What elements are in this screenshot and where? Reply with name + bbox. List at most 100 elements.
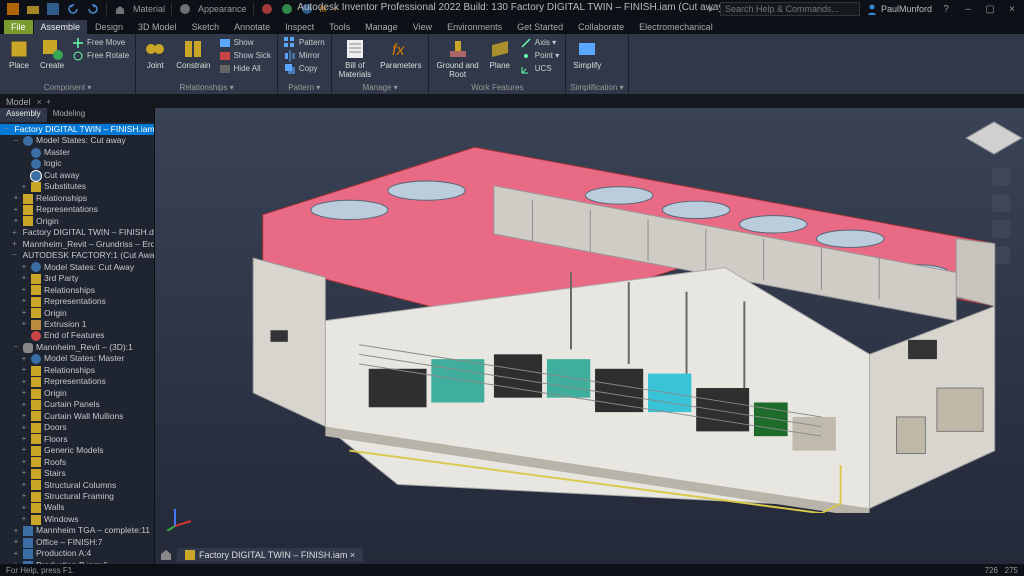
tree-representations[interactable]: +Representations [0,204,154,215]
tree-extrusion[interactable]: +Extrusion 1 [0,319,154,330]
tree-rep3[interactable]: +Representations [0,376,154,387]
point-button[interactable]: Point ▾ [518,49,561,62]
tab-manage[interactable]: Manage [358,20,405,34]
nav-home-icon[interactable] [992,168,1010,186]
show-button[interactable]: Show [217,36,273,49]
tree-floors[interactable]: +Floors [0,434,154,445]
viewport-3d[interactable] [155,108,1024,564]
tree-origin[interactable]: +Origin [0,216,154,227]
tree-ms-master[interactable]: +Model States: Master [0,353,154,364]
minimize-icon[interactable]: – [960,2,976,16]
color1-icon[interactable] [260,2,274,16]
tree-windows[interactable]: +Windows [0,514,154,525]
tree-revit-grund[interactable]: +Mannheim_Revit – Grundriss – Erdgesch [0,239,154,250]
constrain-button[interactable]: Constrain [173,36,213,72]
joint-button[interactable]: Joint [140,36,170,72]
tree-origin2[interactable]: +Origin [0,308,154,319]
tree-tab-assembly[interactable]: Assembly [0,108,47,122]
close-icon[interactable]: × [1004,2,1020,16]
tree-model-states[interactable]: –Model States: Cut away [0,135,154,146]
tree-generic[interactable]: +Generic Models [0,445,154,456]
tab-view[interactable]: View [406,20,439,34]
tree-tab-modeling[interactable]: Modeling [47,108,91,122]
panel-manage: Bill of Materials fxParameters Manage ▾ [332,34,430,94]
nav-zoom-icon[interactable] [992,246,1010,264]
tree-origin3[interactable]: +Origin [0,388,154,399]
tree-3rdparty[interactable]: +3rd Party [0,273,154,284]
create-button[interactable]: Create [37,36,67,72]
free-rotate-button[interactable]: Free Rotate [70,49,131,62]
view-cube[interactable] [972,116,1016,160]
tab-annotate[interactable]: Annotate [227,20,277,34]
redo-icon[interactable] [86,2,100,16]
tab-getstarted[interactable]: Get Started [510,20,570,34]
tree-substitutes[interactable]: +Substitutes [0,181,154,192]
tree-ms-cut[interactable]: +Model States: Cut Away [0,262,154,273]
document-tab[interactable]: Factory DIGITAL TWIN – FINISH.iam × [177,548,363,562]
tree-dwg[interactable]: +Factory DIGITAL TWIN – FINISH.dwg [0,227,154,238]
open-icon[interactable] [26,2,40,16]
hide-all-button[interactable]: Hide All [217,62,273,75]
parameters-button[interactable]: fxParameters [377,36,424,72]
tab-inspect[interactable]: Inspect [278,20,321,34]
save-icon[interactable] [46,2,60,16]
tree-office[interactable]: +Office – FINISH:7 [0,537,154,548]
tab-collaborate[interactable]: Collaborate [571,20,631,34]
mirror-button[interactable]: Mirror [282,49,327,62]
tab-environments[interactable]: Environments [440,20,509,34]
tree-curtain-mullions[interactable]: +Curtain Wall Mullions [0,411,154,422]
tab-3dmodel[interactable]: 3D Model [131,20,184,34]
tree-cutaway[interactable]: Cut away [0,170,154,181]
doc-home-icon[interactable] [159,548,173,562]
tab-assemble[interactable]: Assemble [34,20,88,34]
tree-revit3d[interactable]: –Mannheim_Revit – (3D):1 [0,342,154,353]
tree-factory[interactable]: –AUTODESK FACTORY:1 (Cut Away) [0,250,154,261]
tab-sketch[interactable]: Sketch [185,20,227,34]
model-tab[interactable]: Model [0,96,37,108]
axis-button[interactable]: Axis ▾ [518,36,561,49]
login-button[interactable]: PaulMunford [866,3,932,15]
tab-electromech[interactable]: Electromechanical [632,20,720,34]
tree-walls[interactable]: +Walls [0,502,154,513]
tree-struct-frame[interactable]: +Structural Framing [0,491,154,502]
tab-file[interactable]: File [4,20,33,34]
maximize-icon[interactable]: ▢ [982,2,998,16]
tree-stairs[interactable]: +Stairs [0,468,154,479]
bom-button[interactable]: Bill of Materials [336,36,374,81]
tree-proda[interactable]: +Production A:4 [0,548,154,559]
model-tree[interactable]: –Factory DIGITAL TWIN – FINISH.iam ( –Mo… [0,122,154,564]
tree-master[interactable]: Master [0,147,154,158]
tree-logic[interactable]: logic [0,158,154,169]
tree-rep2[interactable]: +Representations [0,296,154,307]
free-move-button[interactable]: Free Move [70,36,131,49]
show-sick-button[interactable]: Show Sick [217,49,273,62]
home-icon[interactable] [113,2,127,16]
tree-rel3[interactable]: +Relationships [0,365,154,376]
app-menu-button[interactable] [6,2,20,16]
sphere-icon[interactable] [178,2,192,16]
tree-rel2[interactable]: +Relationships [0,285,154,296]
tree-root[interactable]: –Factory DIGITAL TWIN – FINISH.iam ( [0,124,154,135]
color2-icon[interactable] [280,2,294,16]
plane-button[interactable]: Plane [485,36,515,72]
tree-curtain-panels[interactable]: +Curtain Panels [0,399,154,410]
undo-icon[interactable] [66,2,80,16]
tree-roofs[interactable]: +Roofs [0,457,154,468]
tree-eof[interactable]: End of Features [0,330,154,341]
tab-tools[interactable]: Tools [322,20,357,34]
simplify-button[interactable]: Simplify [570,36,604,72]
tab-design[interactable]: Design [88,20,130,34]
tree-tga[interactable]: +Mannheim TGA – complete:11 [0,525,154,536]
tree-struct-cols[interactable]: +Structural Columns [0,480,154,491]
nav-pan-icon[interactable] [992,220,1010,238]
pattern-button[interactable]: Pattern [282,36,327,49]
place-button[interactable]: Place [4,36,34,72]
nav-orbit-icon[interactable] [992,194,1010,212]
copy-button[interactable]: Copy [282,62,327,75]
search-input[interactable] [720,2,860,16]
tree-doors[interactable]: +Doors [0,422,154,433]
ground-root-button[interactable]: Ground and Root [433,36,481,81]
tree-relationships[interactable]: +Relationships [0,193,154,204]
ucs-button[interactable]: UCS [518,62,561,75]
help-icon[interactable]: ? [938,2,954,16]
